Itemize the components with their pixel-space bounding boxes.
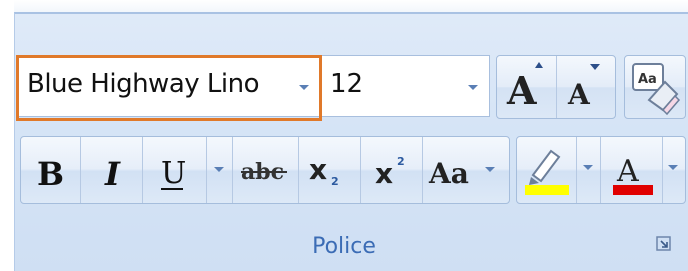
grow-font-icon: A <box>506 62 543 113</box>
strikethrough-icon: abc <box>241 159 287 185</box>
change-case-icon: Aa <box>428 157 495 190</box>
text-format-buttons: B I U abc x 2 x 2 Aa <box>20 136 510 204</box>
shrink-font-button[interactable]: A <box>556 56 615 118</box>
subscript-icon: x 2 <box>309 153 339 188</box>
highlight-color-dropdown[interactable] <box>577 137 601 203</box>
svg-text:x: x <box>309 153 327 186</box>
font-size-combo[interactable]: 12 <box>322 55 490 117</box>
svg-text:x: x <box>375 157 393 190</box>
bold-icon: B <box>37 155 64 193</box>
svg-text:2: 2 <box>397 155 405 168</box>
font-size-value[interactable]: 12 <box>330 69 363 99</box>
strikethrough-button[interactable]: abc <box>233 137 299 203</box>
bold-button[interactable]: B <box>21 137 81 203</box>
superscript-button[interactable]: x 2 <box>361 137 423 203</box>
selection-highlight <box>16 55 322 121</box>
underline-options-button[interactable] <box>207 137 233 203</box>
svg-text:A: A <box>616 154 639 189</box>
clear-formatting-icon: Aa <box>632 63 681 116</box>
font-color-icon: A <box>613 154 653 195</box>
chevron-down-icon <box>485 167 495 172</box>
svg-text:B: B <box>37 155 64 193</box>
underline-button[interactable]: U <box>143 137 207 203</box>
highlight-color-button[interactable] <box>517 137 577 203</box>
change-case-button[interactable]: Aa <box>423 137 509 203</box>
font-color-button[interactable]: A <box>601 137 663 203</box>
clear-formatting-button[interactable]: Aa <box>624 55 686 119</box>
svg-text:U: U <box>161 156 186 191</box>
highlight-color-swatch <box>525 185 569 195</box>
underline-icon: U <box>161 156 186 191</box>
italic-button[interactable]: I <box>81 137 143 203</box>
font-size-buttons: A A <box>496 55 616 119</box>
svg-text:Aa: Aa <box>638 72 657 87</box>
italic-icon: I <box>104 155 121 193</box>
subscript-button[interactable]: x 2 <box>299 137 361 203</box>
chevron-down-icon <box>583 165 593 170</box>
highlighter-icon <box>525 149 569 195</box>
shrink-font-icon: A <box>567 64 600 111</box>
chevron-down-icon[interactable] <box>464 78 482 96</box>
dialog-launcher-icon <box>656 236 671 251</box>
svg-text:A: A <box>567 78 591 111</box>
chevron-down-icon <box>214 167 224 172</box>
dialog-launcher-button[interactable] <box>656 236 672 252</box>
grow-font-button[interactable]: A <box>497 56 557 118</box>
superscript-icon: x 2 <box>375 155 405 190</box>
chevron-down-icon <box>668 165 678 170</box>
svg-text:Aa: Aa <box>428 157 469 190</box>
svg-text:2: 2 <box>331 175 339 188</box>
svg-text:A: A <box>506 68 537 113</box>
font-color-dropdown[interactable] <box>663 137 685 203</box>
font-color-swatch <box>613 185 653 195</box>
ribbon-top-edge <box>14 0 688 12</box>
color-buttons: A <box>516 136 686 204</box>
svg-text:I: I <box>104 155 121 193</box>
group-label: Police <box>312 234 376 259</box>
